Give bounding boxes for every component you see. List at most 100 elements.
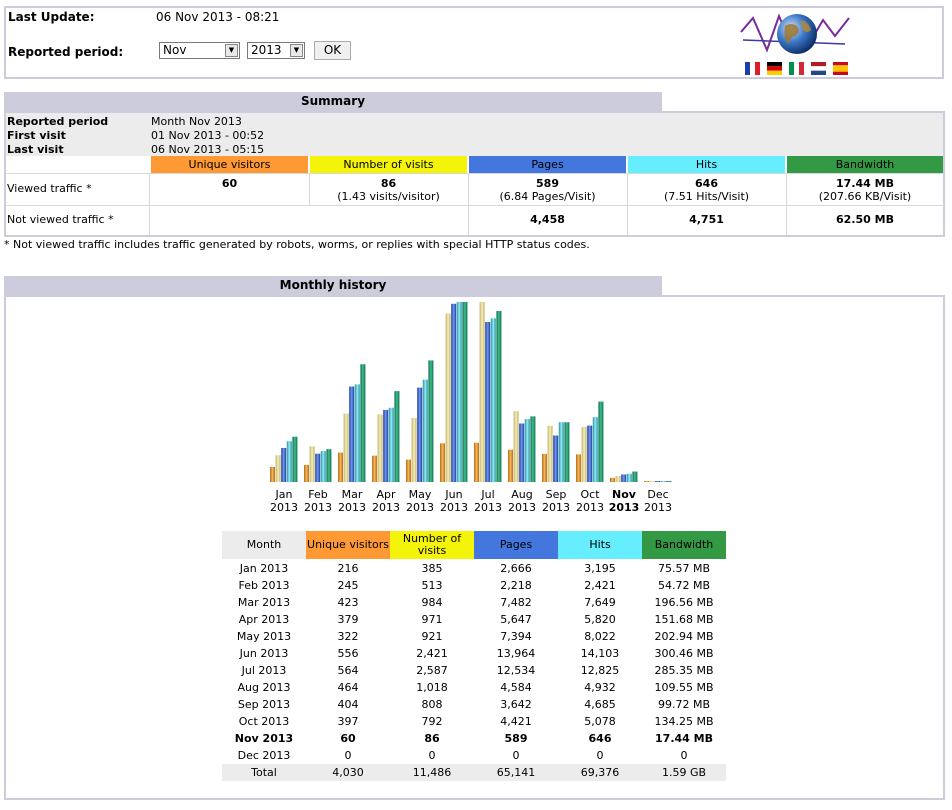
monthly-hits-cell: 7,649 — [584, 596, 616, 609]
flag-germany-icon — [767, 62, 782, 75]
month-select-value: Nov — [163, 43, 187, 57]
chevron-down-icon: ▼ — [290, 44, 303, 57]
monthly-bandwidth-cell: 202.94 MB — [654, 630, 714, 643]
summary-col-unique: Unique visitors — [151, 156, 308, 173]
monthly-bandwidth-cell: 75.57 MB — [657, 562, 711, 575]
bar-bandwidth — [428, 360, 434, 482]
monthly-col-pages: Pages — [474, 531, 558, 559]
monthly-bandwidth-cell: 0 — [680, 749, 688, 762]
monthly-unique-cell: 397 — [337, 715, 359, 728]
x-tick-label: 2013 — [270, 501, 298, 514]
x-tick-label: Aug — [511, 488, 532, 501]
last-update-label: Last Update: — [8, 10, 95, 24]
ok-button[interactable]: OK — [314, 41, 351, 60]
bar-bandwidth — [530, 416, 536, 482]
viewed-unique-value: 60 — [221, 177, 238, 190]
viewed-bandwidth-sub: (207.66 KB/Visit) — [818, 190, 912, 203]
reported-period-label: Reported period: — [8, 45, 124, 59]
monthly-hits-cell: 4,685 — [584, 698, 616, 711]
summary-period-value: Month Nov 2013 — [151, 115, 242, 128]
bar-bandwidth — [360, 364, 366, 482]
first-visit-value: 01 Nov 2013 - 00:52 — [151, 129, 265, 142]
bar-pages — [485, 322, 491, 482]
monthly-month-cell: Sep 2013 — [237, 698, 291, 711]
awstats-logo — [740, 13, 850, 54]
monthly-month-cell: Mar 2013 — [237, 596, 291, 609]
x-tick-label: 2013 — [440, 501, 468, 514]
bar-bandwidth — [564, 422, 570, 482]
x-tick-label: 2013 — [508, 501, 536, 514]
x-tick-label: Sep — [546, 488, 567, 501]
monthly-col-hits: Hits — [558, 531, 642, 559]
monthly-month-cell: Feb 2013 — [238, 579, 290, 592]
last-visit-label: Last visit — [7, 143, 64, 156]
monthly-pages-cell: 0 — [512, 749, 520, 762]
bar-unique — [610, 477, 615, 482]
monthly-hits-cell: 5,078 — [584, 715, 616, 728]
bar-visits — [377, 414, 383, 482]
monthly-col-bandwidth: Bandwidth — [642, 531, 726, 559]
monthly-visits-cell: 808 — [421, 698, 443, 711]
x-tick-label: 2013 — [304, 501, 332, 514]
month-select[interactable]: Nov ▼ — [159, 42, 240, 59]
monthly-visits-cell: 1,018 — [416, 681, 448, 694]
language-flags[interactable] — [745, 62, 849, 76]
monthly-pages-cell: 5,647 — [500, 613, 532, 626]
bar-hits — [320, 451, 326, 482]
bar-bandwidth — [496, 311, 502, 482]
bar-visits — [309, 446, 315, 482]
monthly-month-cell: Apr 2013 — [238, 613, 290, 626]
x-tick-label: 2013 — [474, 501, 502, 514]
bar-hits — [388, 407, 394, 482]
viewed-traffic-label: Viewed traffic * — [7, 182, 92, 195]
monthly-unique-cell: 564 — [337, 664, 359, 677]
monthly-pages-cell: 4,584 — [500, 681, 532, 694]
bar-hits — [660, 481, 666, 482]
bar-visits — [547, 425, 553, 482]
bar-pages — [349, 386, 355, 482]
monthly-unique-cell: 379 — [337, 613, 359, 626]
monthly-visits-cell: 86 — [424, 732, 440, 745]
year-select-value: 2013 — [251, 43, 282, 57]
monthly-hits-cell: 2,421 — [584, 579, 616, 592]
monthly-pages-cell: 2,218 — [500, 579, 532, 592]
x-tick-label: Jun — [444, 488, 462, 501]
monthly-unique-cell: 404 — [337, 698, 359, 711]
bar-unique — [338, 452, 343, 482]
monthly-history-table: Month Unique visitors Number of visits P… — [222, 531, 726, 783]
bar-bandwidth — [326, 449, 332, 482]
total-pages-cell: 65,141 — [496, 766, 536, 779]
bar-visits — [581, 426, 587, 482]
flag-italy-icon — [789, 62, 804, 75]
bar-bandwidth — [292, 436, 298, 482]
monthly-pages-cell: 13,964 — [496, 647, 536, 660]
monthly-pages-cell: 2,666 — [500, 562, 532, 575]
monthly-unique-cell: 245 — [337, 579, 359, 592]
monthly-pages-cell: 589 — [504, 732, 528, 745]
monthly-month-cell: May 2013 — [236, 630, 292, 643]
not-viewed-traffic-label: Not viewed traffic * — [7, 213, 114, 226]
bar-visits — [445, 313, 451, 482]
bar-visits — [649, 481, 655, 482]
year-select[interactable]: 2013 ▼ — [247, 42, 305, 59]
summary-col-bandwidth: Bandwidth — [787, 156, 943, 173]
summary-panel: Reported period Month Nov 2013 First vis… — [4, 111, 945, 237]
monthly-unique-cell: 556 — [337, 647, 359, 660]
monthly-hits-cell: 646 — [588, 732, 612, 745]
bar-visits — [513, 411, 519, 482]
monthly-bandwidth-cell: 300.46 MB — [654, 647, 714, 660]
x-tick-label: 2013 — [338, 501, 366, 514]
bar-visits — [479, 302, 485, 482]
monthly-month-cell: Jan 2013 — [239, 562, 289, 575]
bar-pages — [281, 447, 287, 482]
bar-unique — [372, 455, 377, 482]
bar-pages — [519, 423, 525, 482]
flag-spain-icon — [833, 62, 848, 75]
bar-pages — [383, 409, 389, 482]
monthly-month-cell: Jun 2013 — [239, 647, 289, 660]
last-visit-value: 06 Nov 2013 - 05:15 — [151, 143, 265, 156]
bar-hits — [422, 379, 428, 482]
monthly-hits-cell: 3,195 — [584, 562, 616, 575]
monthly-visits-cell: 513 — [421, 579, 443, 592]
monthly-pages-cell: 7,482 — [500, 596, 532, 609]
